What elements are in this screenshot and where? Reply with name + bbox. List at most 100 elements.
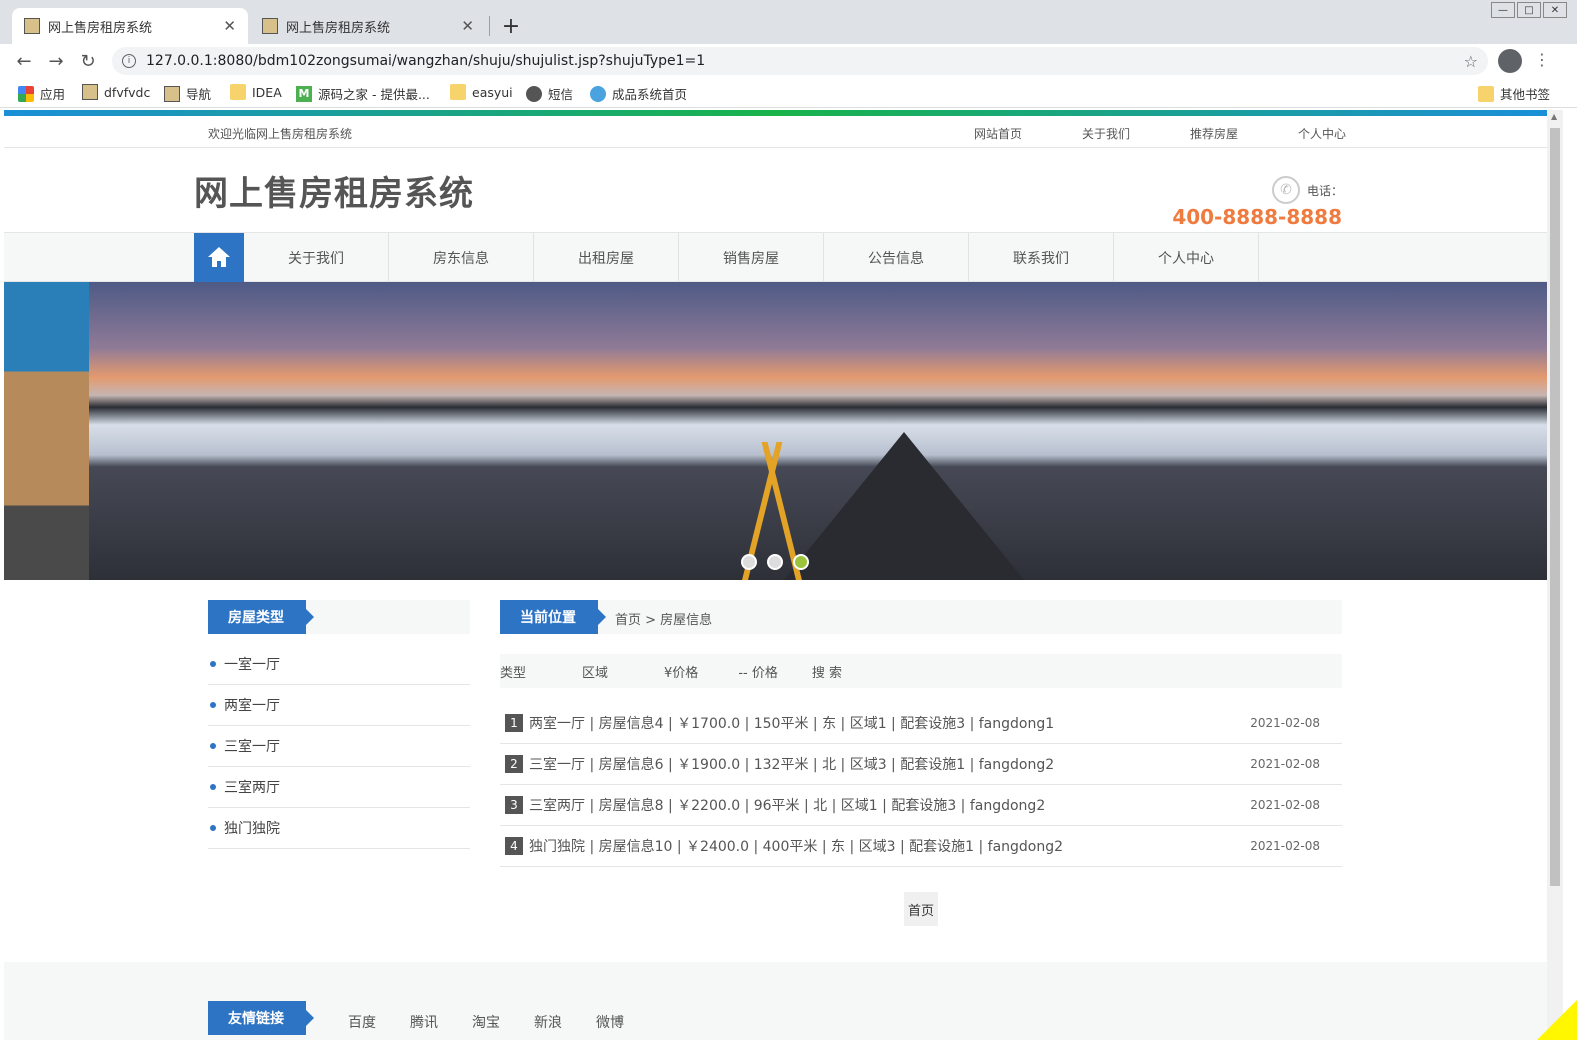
scroll-up-icon[interactable]: ▲	[1551, 112, 1557, 121]
bookmark-system-home[interactable]: 成品系统首页	[590, 84, 687, 103]
sidebar-item[interactable]: 三室两厅	[208, 767, 470, 808]
bookmark-dfvfvdc[interactable]: dfvfvdc	[82, 84, 150, 100]
top-link-home[interactable]: 网站首页	[944, 125, 1052, 142]
browser-menu-icon[interactable]: ⋮	[1534, 50, 1550, 69]
bookmark-sms[interactable]: 短信	[526, 84, 573, 103]
friendly-links: 百度 腾讯 淘宝 新浪 微博	[348, 1012, 658, 1032]
forward-arrow-icon[interactable]: →	[40, 45, 72, 77]
page-favicon-icon	[24, 18, 40, 34]
nav-item-contact[interactable]: 联系我们	[969, 233, 1114, 282]
address-bar[interactable]: i 127.0.0.1:8080/bdm102zongsumai/wangzha…	[112, 47, 1488, 75]
main-nav: 关于我们 房东信息 出租房屋 销售房屋 公告信息 联系我们 个人中心	[4, 233, 1547, 282]
minimize-icon[interactable]: —	[1491, 2, 1515, 18]
bookmark-idea[interactable]: IDEA	[230, 84, 282, 100]
close-tab-icon[interactable]: ✕	[461, 17, 474, 35]
browser-tab-2[interactable]: 网上售房租房系统 ✕	[250, 8, 486, 44]
price-to-input[interactable]	[781, 660, 802, 682]
image-icon	[164, 85, 180, 102]
bookmark-yuanma[interactable]: M 源码之家 - 提供最...	[296, 84, 430, 103]
bookmark-label: 短信	[548, 87, 574, 102]
sidebar-item-label: 一室一厅	[224, 657, 280, 673]
row-text[interactable]: 独门独院 | 房屋信息10 | ￥2400.0 | 400平米 | 东 | 区域…	[529, 836, 1063, 856]
sidebar-item-label: 三室一厅	[224, 739, 280, 755]
nav-item-notices[interactable]: 公告信息	[824, 233, 969, 282]
back-arrow-icon[interactable]: ←	[8, 45, 40, 77]
house-list: 1 两室一厅 | 房屋信息4 | ￥1700.0 | 150平米 | 东 | 区…	[500, 703, 1342, 867]
row-text[interactable]: 三室一厅 | 房屋信息6 | ￥1900.0 | 132平米 | 北 | 区域3…	[529, 754, 1054, 774]
carousel-dot-3[interactable]	[793, 554, 809, 570]
welcome-text: 欢迎光临网上售房租房系统	[208, 127, 353, 141]
new-tab-button[interactable]: +	[500, 12, 522, 40]
window-controls: — □ ✕	[1491, 2, 1567, 18]
list-item[interactable]: 4 独门独院 | 房屋信息10 | ￥2400.0 | 400平米 | 东 | …	[500, 826, 1342, 867]
top-links: 网站首页 关于我们 推荐房屋 个人中心	[944, 125, 1376, 142]
top-link-about[interactable]: 关于我们	[1052, 125, 1160, 142]
banner-road	[784, 432, 1024, 580]
tab-title: 网上售房租房系统	[48, 20, 153, 36]
link-baidu[interactable]: 百度	[348, 1012, 410, 1032]
scrollbar-thumb[interactable]	[1550, 128, 1560, 886]
list-item[interactable]: 3 三室两厅 | 房屋信息8 | ￥2200.0 | 96平米 | 北 | 区域…	[500, 785, 1342, 826]
nav-item-landlords[interactable]: 房东信息	[389, 233, 534, 282]
bookmark-label: 源码之家 - 提供最...	[318, 87, 430, 102]
bookmarks-bar: 应用 dfvfvdc 导航 IDEA M 源码之家 - 提供最... easyui…	[0, 78, 1577, 108]
tab-title: 网上售房租房系统	[286, 20, 391, 36]
info-icon[interactable]: i	[122, 54, 136, 68]
row-text[interactable]: 两室一厅 | 房屋信息4 | ￥1700.0 | 150平米 | 东 | 区域1…	[529, 713, 1054, 733]
main-content: 当前位置 首页 > 房屋信息 类型 区域 ¥价格 -- 价格 搜 索 1 两室一…	[500, 600, 1342, 926]
search-button[interactable]: 搜 索	[812, 662, 842, 681]
sidebar-item[interactable]: 两室一厅	[208, 685, 470, 726]
close-window-icon[interactable]: ✕	[1543, 2, 1567, 18]
nav-item-rentals[interactable]: 出租房屋	[534, 233, 679, 282]
bookmark-apps[interactable]: 应用	[18, 84, 65, 103]
price-from-input[interactable]	[702, 660, 733, 682]
profile-avatar-icon[interactable]	[1498, 49, 1522, 73]
row-number: 3	[505, 796, 523, 814]
banner-previous-slide	[4, 282, 89, 580]
pager-first-page[interactable]: 首页	[903, 892, 938, 926]
house-icon	[590, 85, 606, 102]
reload-icon[interactable]: ↻	[72, 45, 104, 77]
link-sina[interactable]: 新浪	[534, 1012, 596, 1032]
phone-icon: ✆	[1272, 176, 1300, 204]
sidebar-item[interactable]: 独门独院	[208, 808, 470, 849]
sidebar-item[interactable]: 一室一厅	[208, 644, 470, 685]
page-favicon-icon	[262, 18, 278, 34]
browser-tabstrip: 网上售房租房系统 ✕ 网上售房租房系统 ✕ + — □ ✕	[0, 0, 1577, 44]
list-item[interactable]: 1 两室一厅 | 房屋信息4 | ￥1700.0 | 150平米 | 东 | 区…	[500, 703, 1342, 744]
link-weibo[interactable]: 微博	[596, 1012, 658, 1032]
globe-icon	[526, 85, 542, 102]
page-scrollbar[interactable]: ▲	[1547, 110, 1563, 1034]
search-bar: 类型 区域 ¥价格 -- 价格 搜 索	[500, 654, 1342, 688]
nav-item-about[interactable]: 关于我们	[244, 233, 389, 282]
bookmark-easyui[interactable]: easyui	[450, 84, 513, 100]
close-tab-icon[interactable]: ✕	[223, 17, 236, 35]
row-date: 2021-02-08	[1250, 798, 1320, 812]
site-topbar: 欢迎光临网上售房租房系统 网站首页 关于我们 推荐房屋 个人中心	[4, 116, 1547, 148]
top-link-profile[interactable]: 个人中心	[1268, 125, 1376, 142]
link-taobao[interactable]: 淘宝	[472, 1012, 534, 1032]
nav-home-button[interactable]	[194, 233, 244, 282]
bookmark-star-icon[interactable]: ☆	[1464, 52, 1478, 71]
browser-tab-1[interactable]: 网上售房租房系统 ✕	[12, 8, 248, 44]
carousel-dot-2[interactable]	[767, 554, 783, 570]
screen-corner-marker	[1537, 990, 1577, 1040]
link-tencent[interactable]: 腾讯	[410, 1012, 472, 1032]
top-link-recommended[interactable]: 推荐房屋	[1160, 125, 1268, 142]
row-text[interactable]: 三室两厅 | 房屋信息8 | ￥2200.0 | 96平米 | 北 | 区域1 …	[529, 795, 1045, 815]
sidebar-item[interactable]: 三室一厅	[208, 726, 470, 767]
bookmark-other[interactable]: 其他书签	[1478, 84, 1550, 103]
nav-item-sales[interactable]: 销售房屋	[679, 233, 824, 282]
maximize-icon[interactable]: □	[1517, 2, 1541, 18]
folder-icon	[1478, 85, 1494, 102]
sidebar-item-label: 两室一厅	[224, 698, 280, 714]
bookmark-label: 应用	[40, 87, 66, 102]
bookmark-nav[interactable]: 导航	[164, 84, 211, 103]
type-input[interactable]	[530, 660, 577, 682]
area-input[interactable]	[612, 660, 659, 682]
bullet-icon	[210, 702, 216, 708]
type-label: 类型	[500, 665, 527, 681]
carousel-dot-1[interactable]	[741, 554, 757, 570]
nav-item-profile[interactable]: 个人中心	[1114, 233, 1259, 282]
list-item[interactable]: 2 三室一厅 | 房屋信息6 | ￥1900.0 | 132平米 | 北 | 区…	[500, 744, 1342, 785]
